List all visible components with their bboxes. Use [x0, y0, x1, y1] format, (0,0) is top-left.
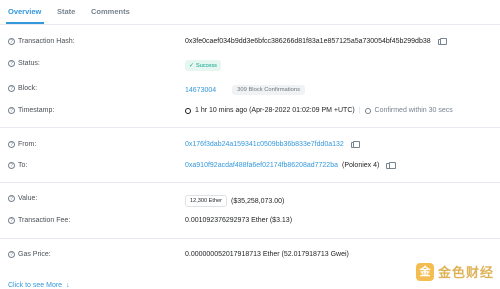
help-icon[interactable]: ?	[8, 38, 15, 45]
tx-hash-value: 0x3fe0caef034b9dd3e6bfcc386266d81f83a1e8…	[185, 38, 431, 45]
help-icon[interactable]: ?	[8, 217, 15, 224]
to-address-name: (Poloniex 4)	[341, 162, 380, 169]
copy-icon[interactable]	[437, 37, 448, 45]
copy-icon[interactable]	[350, 140, 361, 148]
fee-row: ? Transaction Fee: 0.001092376292973 Ethe…	[0, 215, 500, 229]
help-icon[interactable]: ?	[8, 251, 15, 258]
status-row: ? Status: ✓ Success	[0, 58, 500, 72]
tab-overview[interactable]: Overview	[8, 7, 41, 16]
block-number-link[interactable]: 14673004	[185, 87, 216, 94]
block-label: Block:	[18, 85, 38, 92]
tab-state[interactable]: State	[57, 7, 75, 16]
status-value: Success	[196, 62, 217, 69]
divider	[0, 182, 500, 183]
gas-price-row: ? Gas Price: 0.000000052017918713 Ether (…	[0, 249, 500, 263]
from-address-link[interactable]: 0x176f3dab24a159341c0509bb36b833e7fdd0a1…	[185, 141, 344, 148]
gas-price-label: Gas Price:	[18, 251, 51, 258]
value-row: ? Value: 12,300 Ether ($35,258,073.00)	[0, 193, 500, 207]
watermark-logo: 金	[415, 262, 434, 281]
fee-value: 0.001092376292973 Ether ($3.13)	[185, 217, 293, 224]
ether-amount-badge: 12,300 Ether	[185, 195, 228, 207]
block-confirmations-badge: 309 Block Confirmations	[232, 85, 305, 95]
confirmed-within: Confirmed within 30 secs	[374, 107, 453, 114]
separator: |	[358, 107, 361, 114]
active-tab-indicator	[6, 22, 44, 24]
divider	[0, 127, 500, 128]
fee-label: Transaction Fee:	[18, 217, 71, 224]
copy-icon[interactable]	[386, 161, 396, 169]
help-icon[interactable]: ?	[8, 85, 15, 92]
check-circle-icon: ✓	[189, 63, 195, 69]
help-icon[interactable]: ?	[8, 195, 15, 202]
tab-comments[interactable]: Comments	[91, 7, 130, 16]
see-more-link[interactable]: Click to see More ↓	[8, 282, 70, 289]
tab-bar: Overview State Comments	[0, 0, 500, 25]
timestamp-row: ? Timestamp: 1 hr 10 mins ago (Apr-28-202…	[0, 105, 500, 119]
tx-hash-label: Transaction Hash:	[18, 38, 75, 45]
from-label: From:	[18, 141, 37, 148]
block-row: ? Block: 14673004 309 Block Confirmations	[0, 83, 500, 97]
divider	[0, 238, 500, 239]
to-row: ? To: 0xa910f92acdaf488fa6ef02174fb86208a…	[0, 160, 500, 174]
help-icon[interactable]: ?	[8, 162, 15, 169]
arrow-down-icon: ↓	[66, 282, 70, 289]
timestamp-value: 1 hr 10 mins ago (Apr-28-2022 01:02:09 P…	[195, 107, 355, 114]
status-label: Status:	[18, 60, 40, 67]
gas-price-value: 0.000000052017918713 Ether (52.017918713…	[185, 251, 349, 258]
watermark: 金 金色财经	[415, 262, 494, 281]
help-icon[interactable]: ?	[8, 60, 15, 67]
to-address-link[interactable]: 0xa910f92acdaf488fa6ef02174fb86208ad7722…	[185, 162, 338, 169]
value-usd: ($35,258,073.00)	[231, 197, 285, 205]
clock-icon	[185, 107, 191, 114]
to-label: To:	[18, 162, 28, 169]
timestamp-label: Timestamp:	[18, 107, 55, 114]
from-row: ? From: 0x176f3dab24a159341c0509bb36b833e…	[0, 139, 500, 153]
value-label: Value:	[18, 195, 38, 202]
status-badge: ✓ Success	[185, 60, 221, 71]
help-icon[interactable]: ?	[8, 107, 15, 114]
timer-icon	[364, 107, 371, 114]
tx-hash-row: ? Transaction Hash: 0x3fe0caef034b9dd3e6b…	[0, 36, 500, 50]
watermark-text: 金色财经	[437, 266, 494, 281]
see-more-label: Click to see More	[8, 282, 63, 289]
help-icon[interactable]: ?	[8, 141, 15, 148]
